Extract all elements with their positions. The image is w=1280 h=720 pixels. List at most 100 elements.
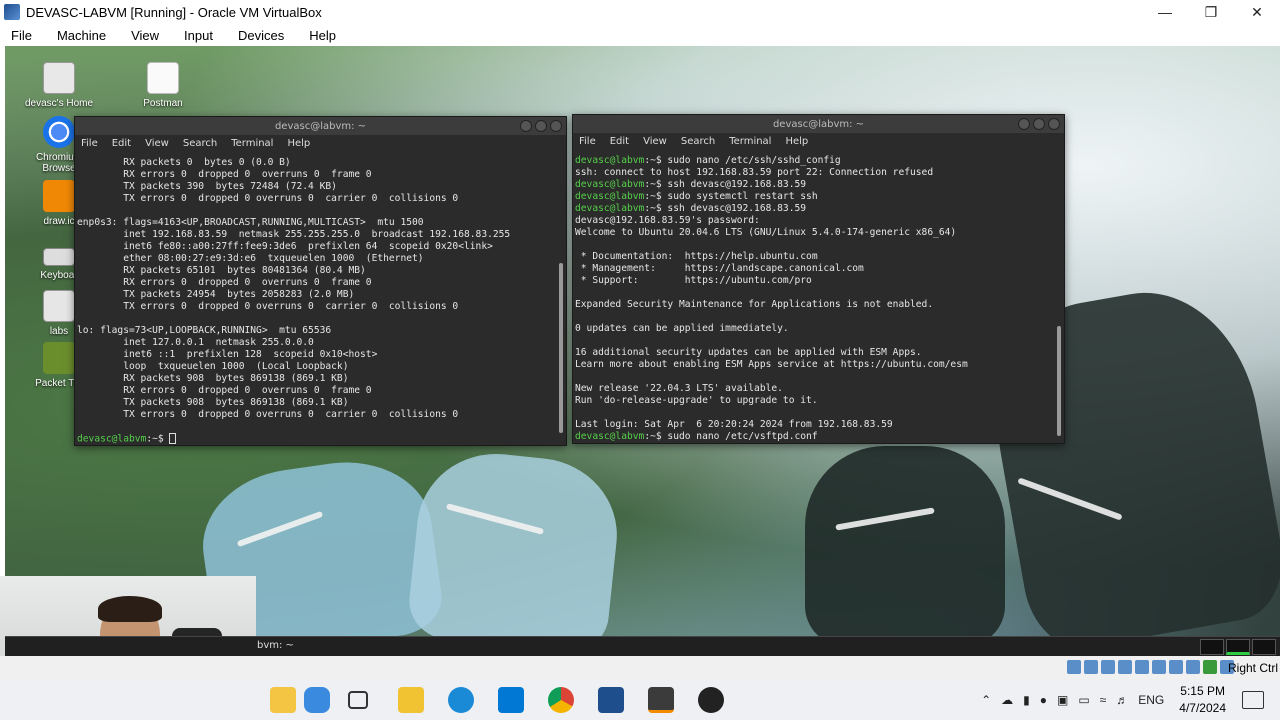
term-menu-help[interactable]: Help — [287, 138, 310, 149]
close-icon[interactable] — [1048, 118, 1060, 130]
minimize-icon[interactable] — [1018, 118, 1030, 130]
terminal-line: Run 'do-release-upgrade' to upgrade to i… — [575, 395, 1054, 407]
edge-icon[interactable] — [448, 687, 474, 713]
term-menu-view[interactable]: View — [145, 138, 169, 149]
line-text: :~$ sudo nano /etc/ssh/sshd_config — [644, 155, 841, 166]
terminal-scrollbar[interactable] — [556, 153, 566, 445]
vbox-status-bar: Right Ctrl — [0, 656, 1280, 680]
virtualbox-icon[interactable] — [598, 687, 624, 713]
terminal-title-bar[interactable]: devasc@labvm: ~ — [75, 117, 566, 135]
terminal-line: Last login: Sat Apr 6 20:20:24 2024 from… — [575, 419, 1054, 431]
volume-icon[interactable]: ♬ — [1116, 693, 1128, 707]
window-title: DEVASC-LABVM [Running] - Oracle VM Virtu… — [26, 4, 322, 20]
chromium-icon — [43, 116, 75, 148]
term-menu-edit[interactable]: Edit — [112, 138, 131, 149]
terminal-window-left[interactable]: devasc@labvm: ~ File Edit View Search Te… — [74, 116, 567, 446]
term-menu-edit[interactable]: Edit — [610, 136, 629, 147]
shared-folders-icon[interactable] — [1152, 660, 1166, 674]
workspace-2[interactable] — [1226, 639, 1250, 655]
term-menu-file[interactable]: File — [579, 136, 596, 147]
cloud-icon[interactable]: ☁ — [1001, 693, 1013, 707]
term-menu-search[interactable]: Search — [183, 138, 217, 149]
maximize-icon[interactable] — [535, 120, 547, 132]
term-menu-file[interactable]: File — [81, 138, 98, 149]
term-menu-terminal[interactable]: Terminal — [729, 136, 771, 147]
vscode-icon[interactable] — [498, 687, 524, 713]
line-text: 16 additional security updates can be ap… — [575, 347, 922, 358]
terminal-line: enp0s3: flags=4163<UP,BROADCAST,RUNNING,… — [77, 217, 424, 228]
keyboard-icon — [43, 248, 75, 266]
terminal-line: devasc@labvm:~$ ssh devasc@192.168.83.59 — [575, 179, 1054, 191]
minimize-icon[interactable]: — — [1142, 0, 1188, 24]
guest-task-item[interactable]: bvm: ~ — [257, 640, 294, 651]
menu-view[interactable]: View — [131, 28, 159, 43]
menu-devices[interactable]: Devices — [238, 28, 284, 43]
hard-disk-icon[interactable] — [1067, 660, 1081, 674]
terminal-line: ether 08:00:27:e9:3d:e6 txqueuelen 1000 … — [77, 253, 424, 264]
terminal-line: devasc@labvm:~$ sudo systemctl restart s… — [575, 191, 1054, 203]
cpu-icon[interactable] — [1203, 660, 1217, 674]
menu-machine[interactable]: Machine — [57, 28, 106, 43]
audio-icon[interactable] — [1101, 660, 1115, 674]
maximize-icon[interactable] — [1033, 118, 1045, 130]
wifi-icon[interactable]: ≈ — [1100, 693, 1107, 707]
file-explorer-icon[interactable] — [398, 687, 424, 713]
network-icon[interactable] — [1118, 660, 1132, 674]
terminal-output[interactable]: devasc@labvm:~$ sudo nano /etc/ssh/sshd_… — [573, 155, 1054, 443]
text-cursor — [169, 433, 177, 444]
clock-date: 4/7/2024 — [1179, 701, 1226, 715]
windows-taskbar: ⌃ ☁ ▮ ● ▣ ▭ ≈ ♬ ENG 5:15 PM 4/7/2024 — [0, 680, 1280, 720]
screen-icon[interactable]: ▣ — [1057, 693, 1068, 707]
close-icon[interactable]: ✕ — [1234, 0, 1280, 24]
terminal-line: RX errors 0 dropped 0 overruns 0 frame 0 — [77, 169, 372, 180]
battery-status-icon[interactable]: ▭ — [1078, 693, 1089, 707]
terminal-line: TX errors 0 dropped 0 overruns 0 carrier… — [77, 301, 459, 312]
scrollbar-thumb[interactable] — [1057, 326, 1061, 436]
line-text: 0 updates can be applied immediately. — [575, 323, 789, 334]
display-icon[interactable] — [1169, 660, 1183, 674]
workspace-1[interactable] — [1200, 639, 1224, 655]
terminal-line: * Support: https://ubuntu.com/pro — [575, 275, 1054, 287]
desktop-icon-home[interactable]: devasc's Home — [19, 62, 99, 109]
system-tray: ⌃ ☁ ▮ ● ▣ ▭ ≈ ♬ ENG 5:15 PM 4/7/2024 — [976, 680, 1280, 720]
menu-file[interactable]: File — [11, 28, 32, 43]
terminal-window-right[interactable]: devasc@labvm: ~ File Edit View Search Te… — [572, 114, 1065, 444]
terminal-line: 0 updates can be applied immediately. — [575, 323, 1054, 335]
line-text: Last login: Sat Apr 6 20:20:24 2024 from… — [575, 419, 893, 430]
terminal-output[interactable]: RX packets 0 bytes 0 (0.0 B) RX errors 0… — [75, 157, 556, 445]
sublime-icon[interactable] — [648, 687, 674, 713]
term-menu-terminal[interactable]: Terminal — [231, 138, 273, 149]
terminal-title-bar[interactable]: devasc@labvm: ~ — [573, 115, 1064, 133]
terminal-prompt[interactable]: devasc@labvm:~$ — [77, 433, 556, 445]
chevron-up-icon[interactable]: ⌃ — [981, 693, 991, 707]
recorder-icon[interactable] — [698, 687, 724, 713]
minimize-icon[interactable] — [520, 120, 532, 132]
line-text: :~$ sudo systemctl restart ssh — [644, 191, 818, 202]
desktop-icon-postman[interactable]: Postman — [123, 62, 203, 109]
workspace-3[interactable] — [1252, 639, 1276, 655]
optical-drive-icon[interactable] — [1084, 660, 1098, 674]
usb-icon[interactable] — [1135, 660, 1149, 674]
close-icon[interactable] — [550, 120, 562, 132]
task-view-icon[interactable] — [348, 691, 368, 709]
term-menu-help[interactable]: Help — [785, 136, 808, 147]
clock[interactable]: 5:15 PM 4/7/2024 — [1179, 683, 1226, 717]
recording-icon[interactable] — [1186, 660, 1200, 674]
terminal-scrollbar[interactable] — [1054, 151, 1064, 443]
notification-icon[interactable] — [1242, 691, 1264, 709]
microphone-icon[interactable]: ● — [1040, 693, 1047, 707]
language-indicator[interactable]: ENG — [1138, 693, 1164, 707]
scrollbar-thumb[interactable] — [559, 263, 563, 433]
chrome-icon[interactable] — [548, 687, 574, 713]
menu-help[interactable]: Help — [309, 28, 336, 43]
restore-icon[interactable]: ❐ — [1188, 0, 1234, 24]
app-bottle-icon[interactable] — [304, 687, 330, 713]
battery-icon[interactable]: ▮ — [1023, 693, 1030, 707]
term-menu-view[interactable]: View — [643, 136, 667, 147]
notes-app-icon[interactable] — [270, 687, 296, 713]
menu-input[interactable]: Input — [184, 28, 213, 43]
line-text: * Documentation: https://help.ubuntu.com — [575, 251, 818, 262]
term-menu-search[interactable]: Search — [681, 136, 715, 147]
